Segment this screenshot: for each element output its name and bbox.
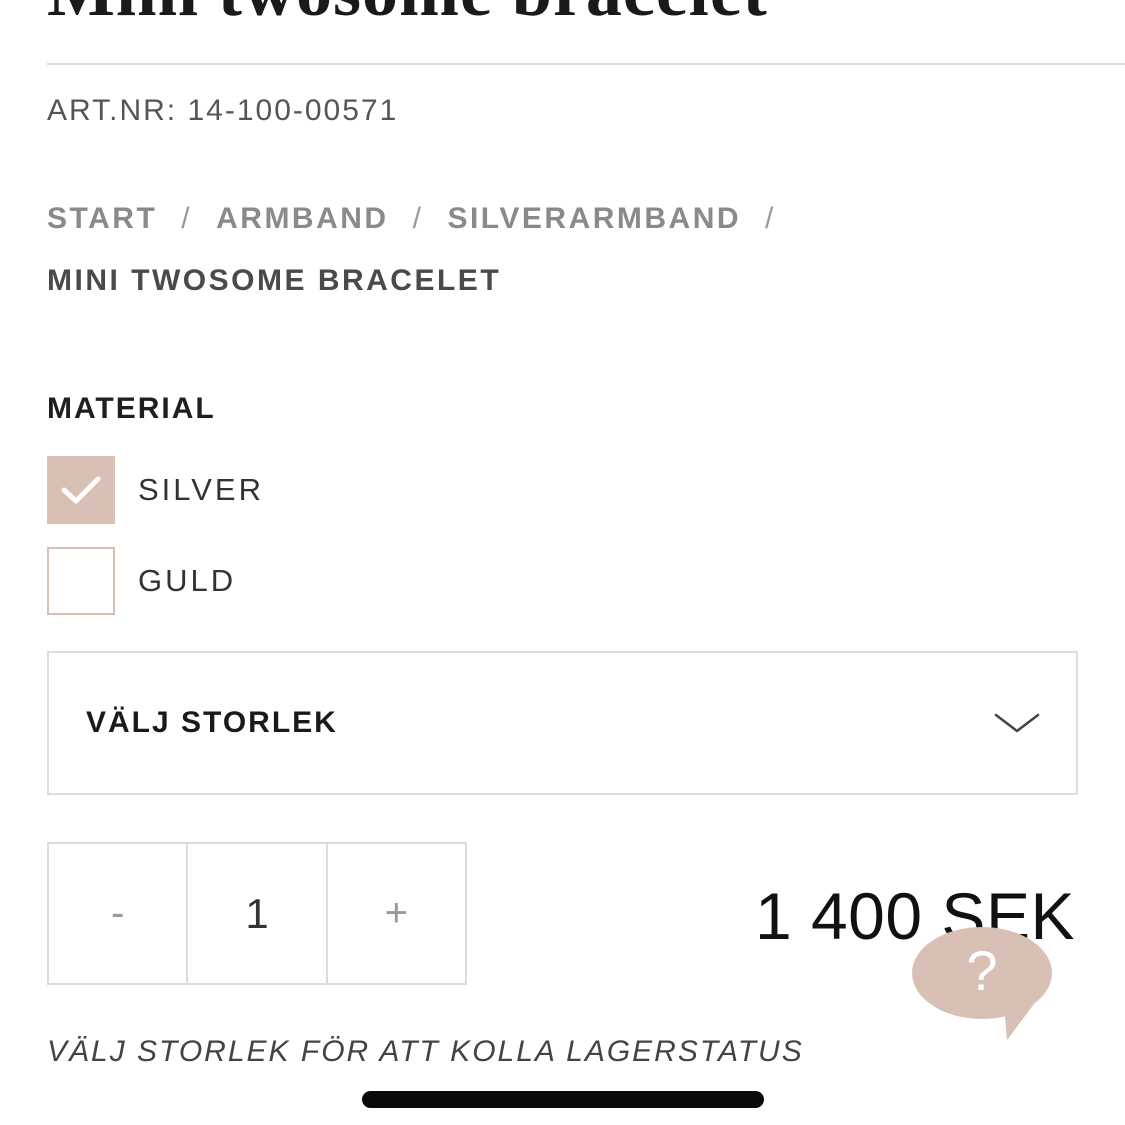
breadcrumb-silverarmband[interactable]: SILVERARMBAND	[447, 202, 741, 235]
breadcrumb-current: MINI TWOSOME BRACELET	[47, 264, 502, 297]
guld-checkbox[interactable]	[47, 547, 115, 615]
product-title: Mini twosome bracelet	[47, 0, 768, 33]
silver-checkbox[interactable]	[47, 456, 115, 524]
material-option-label: SILVER	[138, 472, 264, 507]
help-chat-button[interactable]: ?	[912, 926, 1052, 1041]
material-heading: MATERIAL	[47, 392, 216, 425]
size-select-value: VÄLJ STORLEK	[86, 706, 338, 739]
material-option-label: GULD	[138, 563, 237, 598]
breadcrumb-start[interactable]: START	[47, 202, 157, 235]
breadcrumb-armband[interactable]: ARMBAND	[216, 202, 388, 235]
home-indicator[interactable]	[362, 1091, 764, 1108]
quantity-stepper: - 1 +	[47, 842, 467, 985]
stock-status-note: VÄLJ STORLEK FÖR ATT KOLLA LAGERSTATUS	[47, 1035, 804, 1068]
material-option-silver[interactable]: SILVER	[47, 455, 264, 525]
breadcrumb-separator: /	[765, 202, 776, 235]
divider	[47, 63, 1125, 65]
material-option-guld[interactable]: GULD	[47, 546, 236, 616]
quantity-increase-button[interactable]: +	[325, 844, 465, 983]
help-label: ?	[966, 939, 998, 1002]
quantity-value[interactable]: 1	[186, 844, 325, 983]
checkmark-icon	[61, 476, 101, 504]
article-number: ART.NR: 14-100-00571	[47, 94, 399, 127]
chevron-down-icon	[994, 713, 1040, 733]
quantity-decrease-button[interactable]: -	[49, 844, 186, 983]
breadcrumb-separator: /	[412, 202, 424, 235]
size-select[interactable]: VÄLJ STORLEK	[47, 651, 1078, 795]
breadcrumb: START / ARMBAND / SILVERARMBAND /	[47, 202, 800, 236]
breadcrumb-separator: /	[181, 202, 193, 235]
